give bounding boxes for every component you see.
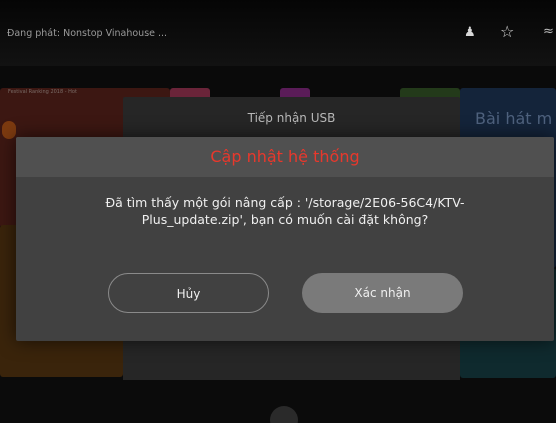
songs-heading: Bài hát m	[475, 109, 553, 128]
now-playing-title: Nonstop Vinahouse ...	[63, 28, 168, 39]
featured-tile-caption: Festival Ranking 2018 - Hot	[8, 89, 77, 95]
cancel-button[interactable]: Hủy	[108, 273, 269, 313]
system-update-dialog: Cập nhật hệ thống Đã tìm thấy một gói nâ…	[16, 137, 554, 341]
dialog-title-bar: Cập nhật hệ thống	[16, 137, 554, 177]
dialog-message: Đã tìm thấy một gói nâng cấp : '/storage…	[105, 195, 465, 227]
now-playing[interactable]: Đang phát: Nonstop Vinahouse ...	[7, 28, 167, 39]
status-bar: Đang phát: Nonstop Vinahouse ... ♟ ☆ ≈	[0, 0, 556, 66]
user-icon[interactable]: ♟	[464, 25, 476, 41]
usb-panel-title: Tiếp nhận USB	[247, 111, 336, 125]
now-playing-label: Đang phát:	[7, 28, 61, 39]
tv-launcher-screen: Festival Ranking 2018 - Hot Bài hát m Đa…	[0, 0, 556, 423]
wifi-icon: ≈	[543, 24, 554, 39]
star-icon[interactable]: ☆	[500, 24, 514, 40]
dialog-title: Cập nhật hệ thống	[210, 147, 360, 166]
featured-logo	[2, 121, 16, 139]
confirm-button[interactable]: Xác nhận	[302, 273, 463, 313]
